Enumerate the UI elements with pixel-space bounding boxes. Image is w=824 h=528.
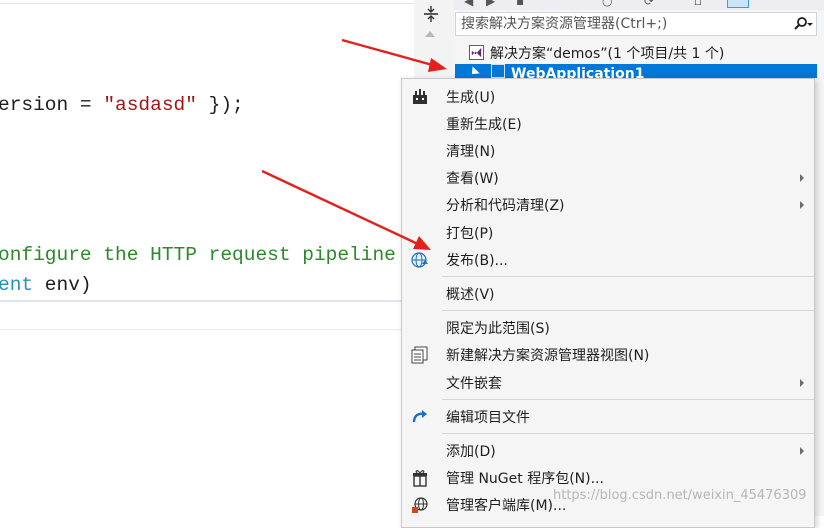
editor-top-divider xyxy=(0,3,414,4)
watermark: https://blog.csdn.net/weixin_45476309 xyxy=(553,488,807,503)
menu-item-label: 清理(N) xyxy=(446,143,496,160)
project-node[interactable]: WebApplication1 xyxy=(455,64,817,78)
menu-item-edit-project-file[interactable]: 编辑项目文件 xyxy=(402,403,814,430)
menu-item-publish[interactable]: 发布(B)... xyxy=(402,246,814,273)
code-text: }); xyxy=(196,94,244,116)
new-view-icon xyxy=(409,344,431,366)
menu-item-add[interactable]: 添加(D) xyxy=(402,437,814,464)
menu-item-build[interactable]: 生成(U) xyxy=(402,83,814,110)
menu-item-view[interactable]: 查看(W) xyxy=(402,164,814,191)
client-library-globe-icon xyxy=(409,494,431,516)
menu-item-overview[interactable]: 概述(V) xyxy=(402,280,814,307)
menu-separator xyxy=(442,310,814,311)
explorer-search-box[interactable] xyxy=(455,12,817,36)
code-type-name: ent xyxy=(0,274,34,296)
solution-icon xyxy=(469,45,484,60)
nuget-package-icon xyxy=(409,467,431,489)
menu-item-manage-nuget[interactable]: 管理 NuGet 程序包(N)... xyxy=(402,464,814,491)
editor-divider xyxy=(0,300,414,302)
editor-divider xyxy=(0,329,414,330)
menu-separator xyxy=(442,399,814,400)
menu-item-label: 编辑项目文件 xyxy=(446,409,530,426)
code-text: ersion = xyxy=(0,94,104,116)
menu-item-rebuild[interactable]: 重新生成(E) xyxy=(402,110,814,137)
menu-item-label: 限定为此范围(S) xyxy=(446,320,550,337)
expand-triangle-icon[interactable] xyxy=(468,66,480,78)
menu-item-clean[interactable]: 清理(N) xyxy=(402,137,814,164)
split-window-button[interactable] xyxy=(419,4,443,24)
menu-item-label: 管理 NuGet 程序包(N)... xyxy=(446,470,604,487)
project-label: WebApplication1 xyxy=(511,66,645,78)
submenu-arrow-icon xyxy=(800,200,804,209)
menu-item-label: 打包(P) xyxy=(446,225,494,242)
code-text: env) xyxy=(33,274,92,296)
forward-icon[interactable]: ▶ xyxy=(486,0,495,8)
code-line-comment[interactable]: onfigure the HTTP request pipeline xyxy=(0,244,396,266)
project-icon xyxy=(491,64,505,78)
split-icon xyxy=(424,6,438,22)
menu-item-label: 发布(B)... xyxy=(446,252,508,269)
home-icon[interactable]: ▪ xyxy=(516,0,524,8)
submenu-arrow-icon xyxy=(800,446,804,455)
menu-item-scope[interactable]: 限定为此范围(S) xyxy=(402,314,814,341)
sync-icon[interactable]: ○ xyxy=(602,0,612,8)
menu-item-label: 添加(D) xyxy=(446,443,496,460)
explorer-search-input[interactable] xyxy=(456,15,790,33)
menu-item-new-view[interactable]: 新建解决方案资源管理器视图(N) xyxy=(402,341,814,368)
code-comment: onfigure the HTTP request pipeline xyxy=(0,244,396,266)
menu-item-file-nesting[interactable]: 文件嵌套 xyxy=(402,369,814,396)
solution-label: 解决方案“demos”(1 个项目/共 1 个) xyxy=(490,45,725,62)
menu-item-label: 查看(W) xyxy=(446,170,499,187)
project-context-menu: 生成(U) 重新生成(E) 清理(N) 查看(W) 分析和代码清理(Z) 打包(… xyxy=(401,78,815,528)
scroll-up-arrow-icon[interactable] xyxy=(425,31,435,37)
publish-globe-icon xyxy=(409,249,431,271)
properties-toolbar-button[interactable] xyxy=(727,0,749,8)
menu-item-label: 重新生成(E) xyxy=(446,116,522,133)
menu-separator xyxy=(442,433,814,434)
refresh-icon[interactable]: ⟳ xyxy=(644,0,654,8)
menu-item-pack[interactable]: 打包(P) xyxy=(402,219,814,246)
build-icon xyxy=(409,86,431,108)
back-icon[interactable]: ◀ xyxy=(464,0,473,8)
explorer-toolbar: ◀ ▶ ▪ ○ ⟳ ▫ xyxy=(454,0,824,10)
menu-item-label: 分析和代码清理(Z) xyxy=(446,197,565,214)
search-icon[interactable] xyxy=(790,17,816,31)
edit-redo-icon xyxy=(409,406,431,428)
code-editor[interactable]: ersion = "asdasd" }); onfigure the HTTP … xyxy=(0,0,414,516)
solution-node[interactable]: 解决方案“demos”(1 个项目/共 1 个) xyxy=(455,42,724,63)
menu-separator xyxy=(442,276,814,277)
menu-item-label: 新建解决方案资源管理器视图(N) xyxy=(446,347,650,364)
submenu-arrow-icon xyxy=(800,173,804,182)
menu-item-label: 文件嵌套 xyxy=(446,375,502,392)
code-line-configure[interactable]: ent env) xyxy=(0,274,92,296)
submenu-arrow-icon xyxy=(800,378,804,387)
menu-item-label: 管理客户端库(M)... xyxy=(446,497,567,514)
collapse-icon[interactable]: ▫ xyxy=(694,0,702,8)
menu-item-label: 概述(V) xyxy=(446,286,495,303)
menu-item-label: 生成(U) xyxy=(446,89,496,106)
menu-item-analyze[interactable]: 分析和代码清理(Z) xyxy=(402,191,814,218)
code-string-literal: "asdasd" xyxy=(103,94,197,116)
code-line-version[interactable]: ersion = "asdasd" }); xyxy=(0,94,244,116)
